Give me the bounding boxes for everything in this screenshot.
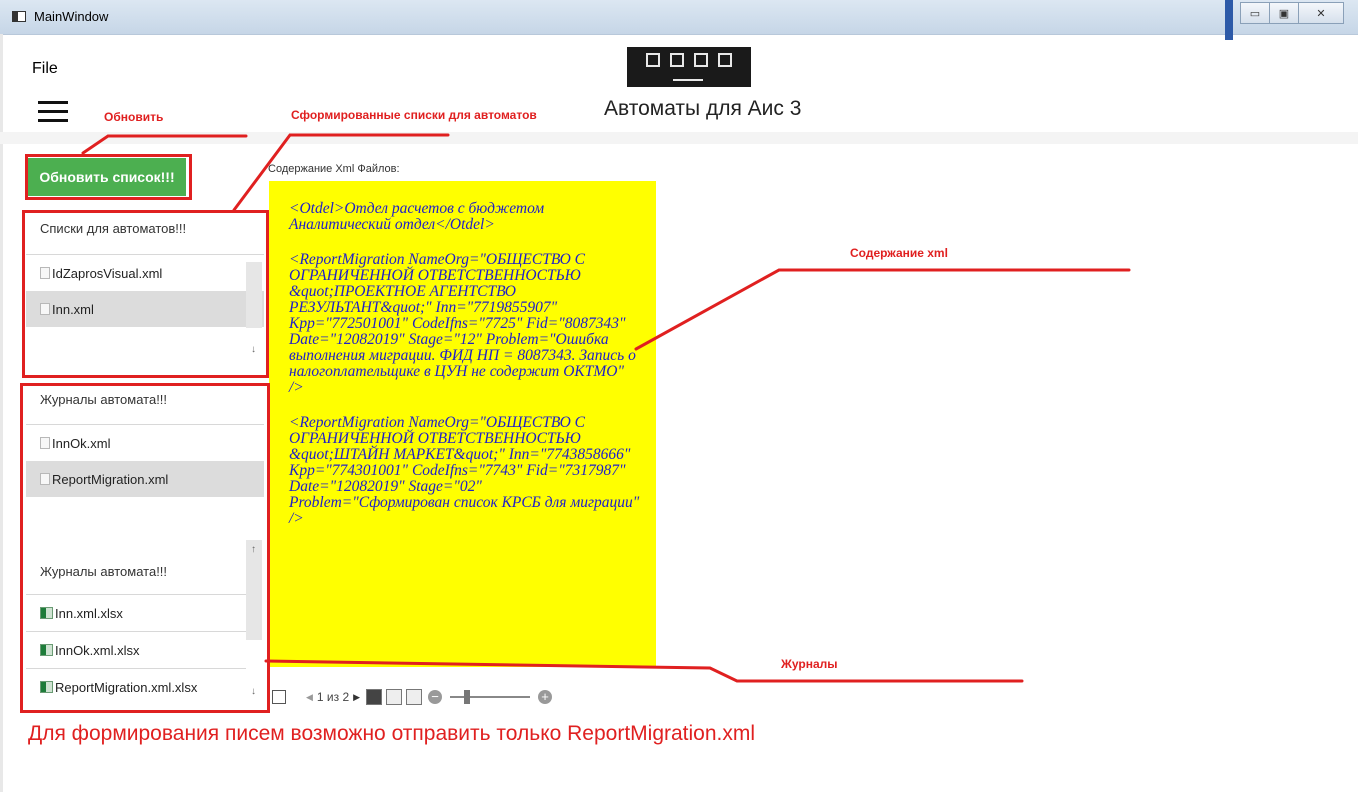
annotation-line-journals xyxy=(264,659,1024,683)
annotation-line-refresh xyxy=(81,134,248,155)
annotation-lines xyxy=(81,133,1131,683)
annotation-line-lists xyxy=(232,133,450,212)
annotation-line-xml xyxy=(634,268,1131,351)
